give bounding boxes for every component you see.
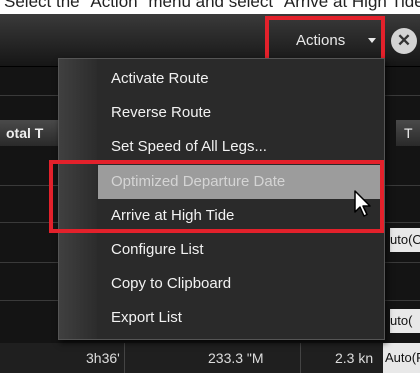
cell-distance: 233.3 "M — [208, 350, 264, 366]
menu-item-reverse-route[interactable]: Reverse Route — [98, 96, 383, 130]
mouse-cursor-icon — [354, 190, 371, 217]
table-cell-mode[interactable]: uto( — [390, 309, 420, 333]
close-icon[interactable]: ✕ — [391, 28, 417, 54]
cell-duration: 3h36' — [86, 350, 120, 366]
cell-text: uto(O — [390, 232, 420, 247]
column-header-label: T — [404, 125, 413, 141]
instruction-caption: Select the "Action" menu and select "Arr… — [0, 0, 420, 14]
cell-text: uto( — [390, 313, 413, 328]
menu-item-label: Activate Route — [111, 70, 209, 87]
cell-speed: 2.3 kn — [335, 350, 374, 366]
menu-item-activate-route[interactable]: Activate Route — [98, 62, 383, 96]
column-header-label: otal T — [6, 125, 44, 141]
column-divider — [300, 343, 301, 373]
menu-item-label: Copy to Clipboard — [111, 275, 232, 292]
table-cell-mode[interactable]: uto(O — [390, 228, 420, 252]
column-divider — [124, 343, 125, 373]
menu-item-label: Export List — [111, 309, 182, 326]
menu-item-label: Configure List — [111, 241, 204, 258]
menu-item-label: Set Speed of All Legs... — [111, 138, 267, 155]
menu-item-copy-clipboard[interactable]: Copy to Clipboard — [98, 267, 383, 301]
table-row[interactable]: 3h36' 233.3 "M 2.3 kn Auto(Po — [0, 343, 420, 373]
cell-mode[interactable]: Auto(Po — [383, 343, 420, 373]
menu-item-set-speed[interactable]: Set Speed of All Legs... — [98, 130, 383, 164]
instruction-text: Select the "Action" menu and select "Arr… — [4, 0, 420, 11]
menu-highlight-box — [49, 160, 384, 233]
column-header-type[interactable]: T — [396, 120, 420, 146]
menu-item-export-list[interactable]: Export List — [98, 301, 383, 335]
menu-item-configure-list[interactable]: Configure List — [98, 233, 383, 267]
cell-text: Auto(Po — [385, 350, 420, 365]
menu-item-label: Reverse Route — [111, 104, 212, 121]
